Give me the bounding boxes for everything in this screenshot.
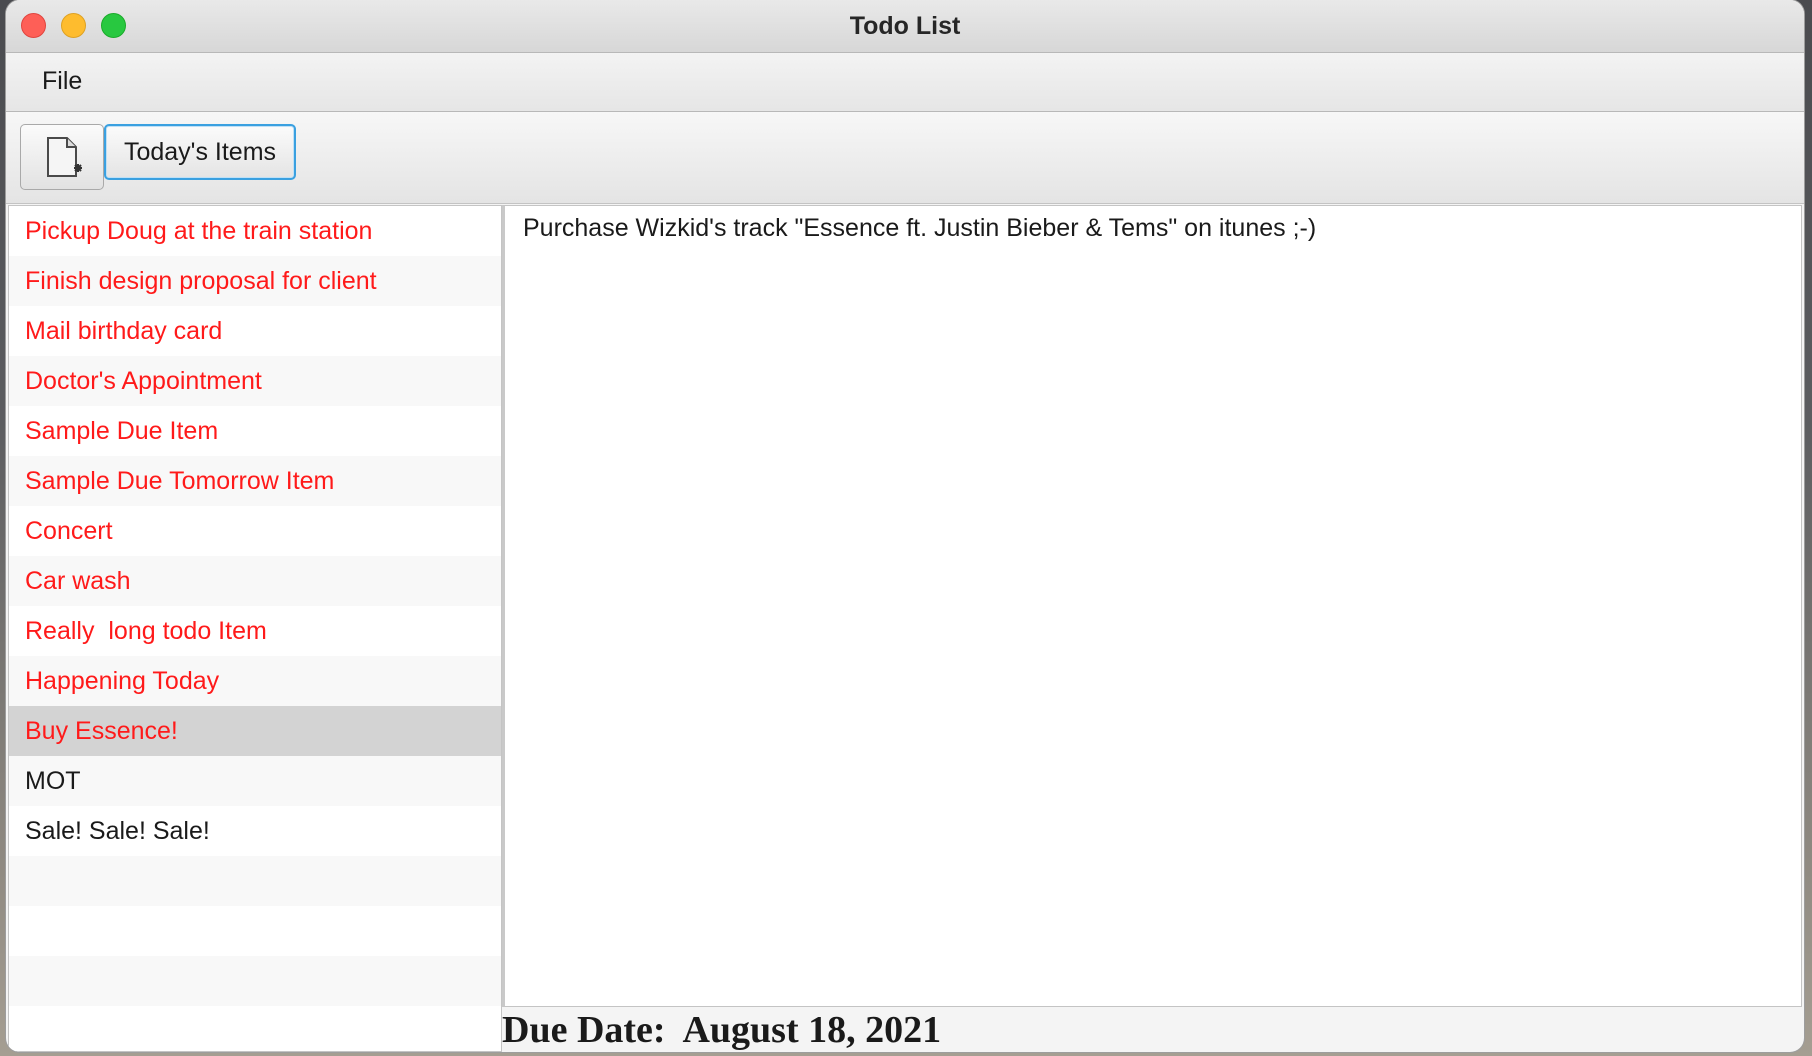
todo-list-item[interactable]: Finish design proposal for client <box>9 256 501 306</box>
todo-list-item[interactable]: MOT <box>9 756 501 806</box>
new-document-icon <box>47 137 82 177</box>
new-item-button[interactable] <box>20 124 104 190</box>
todo-list-item[interactable]: Sample Due Item <box>9 406 501 456</box>
todo-list[interactable]: Pickup Doug at the train station Finish d… <box>8 205 502 1052</box>
todo-list-item[interactable]: Car wash <box>9 556 501 606</box>
todo-list-item[interactable]: Really long todo Item <box>9 606 501 656</box>
title-bar[interactable]: Todo List <box>6 0 1804 53</box>
todo-list-item[interactable]: Mail birthday card <box>9 306 501 356</box>
todo-list-item[interactable]: Sample Due Tomorrow Item <box>9 456 501 506</box>
todo-list-item[interactable]: Pickup Doug at the train station <box>9 206 501 256</box>
empty-list-row <box>9 906 501 956</box>
todo-list-item[interactable]: Sale! Sale! Sale! <box>9 806 501 856</box>
empty-list-row <box>9 856 501 906</box>
toolbar: Today's Items <box>6 112 1804 204</box>
todays-items-toggle[interactable]: Today's Items <box>104 124 296 180</box>
menu-bar: File <box>6 53 1804 112</box>
todo-list-item[interactable]: Doctor's Appointment <box>9 356 501 406</box>
empty-list-row <box>9 956 501 1006</box>
details-panel[interactable]: Purchase Wizkid's track "Essence ft. Jus… <box>502 205 1802 1007</box>
todo-list-item[interactable]: Happening Today <box>9 656 501 706</box>
menu-file[interactable]: File <box>36 67 88 96</box>
details-text: Purchase Wizkid's track "Essence ft. Jus… <box>523 214 1317 242</box>
due-date-label: Due Date: August 18, 2021 <box>502 1009 942 1051</box>
window-title: Todo List <box>849 12 961 40</box>
app-window: Todo List File Today's Items Pickup Doug… <box>6 0 1804 1052</box>
todo-list-item[interactable]: Buy Essence! <box>9 706 501 756</box>
empty-list-row <box>9 1006 501 1051</box>
todo-list-item[interactable]: Concert <box>9 506 501 556</box>
